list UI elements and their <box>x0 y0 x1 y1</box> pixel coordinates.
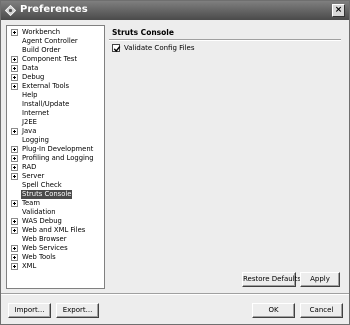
expand-icon[interactable] <box>11 128 18 135</box>
expand-icon[interactable] <box>11 65 18 72</box>
tree-item-data[interactable]: Data <box>7 64 104 73</box>
restore-defaults-label: Restore Defaults <box>243 275 302 283</box>
cancel-button[interactable]: Cancel <box>300 303 343 318</box>
expand-icon[interactable] <box>11 83 18 90</box>
tree-item-label: Workbench <box>22 28 61 36</box>
tree-item-label: Install/Update <box>22 100 70 108</box>
tree-item-rad[interactable]: RAD <box>7 163 104 172</box>
tree-item-label: External Tools <box>22 82 70 90</box>
expand-icon[interactable] <box>11 56 18 63</box>
tree-item-label: Spell Check <box>22 181 62 189</box>
tree-item-label: Team <box>22 199 40 207</box>
tree-item-help[interactable]: Help <box>7 91 104 100</box>
tree-item-struts-console[interactable]: Struts Console <box>7 190 104 199</box>
expand-icon[interactable] <box>11 227 18 234</box>
tree-item-label: Web Browser <box>22 235 67 243</box>
tree-item-j2ee[interactable]: J2EE <box>7 118 104 127</box>
tree-item-install-update[interactable]: Install/Update <box>7 100 104 109</box>
tree-item-team[interactable]: Team <box>7 199 104 208</box>
tree-item-plug-in-development[interactable]: Plug-In Development <box>7 145 104 154</box>
check-icon <box>113 46 121 53</box>
title-bar[interactable]: Preferences × <box>1 1 349 20</box>
tree-item-xml[interactable]: XML <box>7 262 104 271</box>
tree-item-web-services[interactable]: Web Services <box>7 244 104 253</box>
tree-item-label: Help <box>22 91 38 99</box>
tree-item-was-debug[interactable]: WAS Debug <box>7 217 104 226</box>
tree-item-label: Component Test <box>22 55 78 63</box>
expand-icon[interactable] <box>11 29 18 36</box>
tree-item-label: Build Order <box>22 46 61 54</box>
apply-button[interactable]: Apply <box>300 272 340 287</box>
tree-item-label: Profiling and Logging <box>22 154 94 162</box>
tree-item-label: RAD <box>22 163 37 171</box>
preference-page: Struts Console Validate Config Files <box>109 25 341 289</box>
tree-item-profiling-and-logging[interactable]: Profiling and Logging <box>7 154 104 163</box>
import-label: Import... <box>14 306 45 314</box>
tree-item-java[interactable]: Java <box>7 127 104 136</box>
expand-icon[interactable] <box>11 146 18 153</box>
tree-item-agent-controller[interactable]: Agent Controller <box>7 37 104 46</box>
expand-icon[interactable] <box>11 173 18 180</box>
tree-item-label: Validation <box>22 208 56 216</box>
close-button[interactable]: × <box>332 4 345 17</box>
ok-button[interactable]: OK <box>252 303 295 318</box>
expand-icon[interactable] <box>11 200 18 207</box>
expand-icon[interactable] <box>11 155 18 162</box>
window-title: Preferences <box>20 4 88 15</box>
tree-item-label: Plug-In Development <box>22 145 94 153</box>
tree-item-label: Web Services <box>22 244 68 252</box>
expand-icon[interactable] <box>11 245 18 252</box>
expand-icon[interactable] <box>11 164 18 171</box>
tree-item-label: Web Tools <box>22 253 56 261</box>
tree-item-workbench[interactable]: Workbench <box>7 28 104 37</box>
tree-item-server[interactable]: Server <box>7 172 104 181</box>
tree-item-web-and-xml-files[interactable]: Web and XML Files <box>7 226 104 235</box>
expand-icon[interactable] <box>11 254 18 261</box>
expand-icon[interactable] <box>11 74 18 81</box>
validate-config-label: Validate Config Files <box>124 44 195 52</box>
tree-item-label: Data <box>22 64 39 72</box>
restore-defaults-button[interactable]: Restore Defaults <box>242 272 301 287</box>
ok-label: OK <box>268 306 279 314</box>
tree-item-label: Struts Console <box>21 190 73 199</box>
tree-item-label: Logging <box>22 136 49 144</box>
tree-item-internet[interactable]: Internet <box>7 109 104 118</box>
tree-item-external-tools[interactable]: External Tools <box>7 82 104 91</box>
export-button[interactable]: Export... <box>56 303 99 318</box>
title-separator <box>109 39 341 41</box>
tree-item-label: J2EE <box>22 118 37 126</box>
preferences-window: Preferences × Workbench Agent Controller B… <box>0 0 350 325</box>
tree-item-label: Debug <box>22 73 45 81</box>
preference-tree[interactable]: Workbench Agent Controller Build Order Comp… <box>6 25 105 289</box>
tree-item-label: Java <box>22 127 37 135</box>
tree-item-build-order[interactable]: Build Order <box>7 46 104 55</box>
footer-separator <box>1 293 349 295</box>
tree-item-logging[interactable]: Logging <box>7 136 104 145</box>
tree-item-spell-check[interactable]: Spell Check <box>7 181 104 190</box>
tree-item-component-test[interactable]: Component Test <box>7 55 104 64</box>
tree-item-label: Agent Controller <box>22 37 78 45</box>
tree-item-web-browser[interactable]: Web Browser <box>7 235 104 244</box>
export-label: Export... <box>62 306 93 314</box>
apply-label: Apply <box>310 275 330 283</box>
cancel-label: Cancel <box>309 306 334 314</box>
tree-item-label: XML <box>22 262 37 270</box>
preferences-icon <box>5 5 16 16</box>
expand-icon[interactable] <box>11 218 18 225</box>
tree-item-web-tools[interactable]: Web Tools <box>7 253 104 262</box>
page-title: Struts Console <box>112 28 174 37</box>
expand-icon[interactable] <box>11 263 18 270</box>
tree-item-validation[interactable]: Validation <box>7 208 104 217</box>
validate-config-checkbox[interactable] <box>112 44 121 53</box>
tree-item-label: Web and XML Files <box>22 226 86 234</box>
tree-item-label: Internet <box>22 109 49 117</box>
import-button[interactable]: Import... <box>8 303 51 318</box>
tree-item-label: WAS Debug <box>22 217 62 225</box>
close-icon: × <box>334 5 343 15</box>
tree-item-debug[interactable]: Debug <box>7 73 104 82</box>
tree-item-label: Server <box>22 172 45 180</box>
